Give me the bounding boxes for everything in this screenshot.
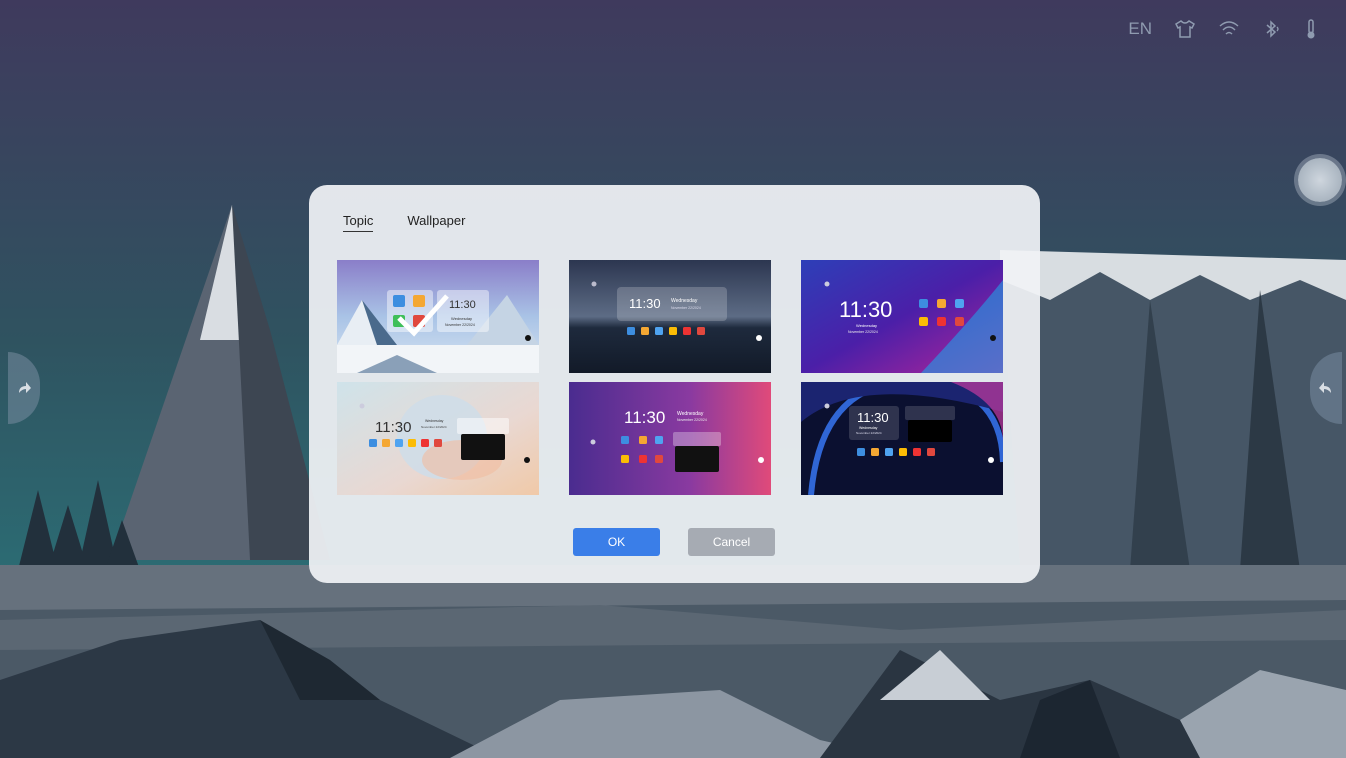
ok-button[interactable]: OK xyxy=(573,528,660,556)
theme-thumbnail-5[interactable]: 11:30 Wednesday November 22/2024 xyxy=(569,382,771,495)
status-bar: EN xyxy=(1128,18,1318,40)
theme-5-day: Wednesday xyxy=(677,411,704,417)
thermometer-icon[interactable] xyxy=(1304,18,1318,40)
language-indicator[interactable]: EN xyxy=(1128,19,1152,39)
cancel-button[interactable]: Cancel xyxy=(688,528,775,556)
theme-1-day: Wednesday xyxy=(451,316,472,321)
theme-thumbnail-6[interactable]: 11:30 Wednesday November 22/2024 xyxy=(801,382,1003,495)
theme-3-date: November 22/2024 xyxy=(848,330,878,334)
theme-dialog: Topic Wallpaper 11:30 Wednesday November… xyxy=(309,185,1040,583)
theme-4-time: 11:30 xyxy=(375,419,411,436)
theme-3-day: Wednesday xyxy=(856,323,877,328)
tab-wallpaper[interactable]: Wallpaper xyxy=(407,213,465,232)
theme-4-day: Wednesday xyxy=(425,419,444,423)
theme-4-date: November 22/2024 xyxy=(421,425,447,429)
theme-thumbnail-4[interactable]: 11:30 Wednesday November 22/2024 xyxy=(337,382,539,495)
wifi-icon[interactable] xyxy=(1218,20,1240,38)
bluetooth-icon[interactable] xyxy=(1262,19,1282,39)
desktop-screen: EN Topic Wallpaper 11:30 Wednesday Novem… xyxy=(0,0,1346,758)
dialog-tabs: Topic Wallpaper xyxy=(343,213,465,232)
theme-thumbnail-2[interactable]: 11:30 Wednesday November 22/2024 xyxy=(569,260,771,373)
floating-menu-ball[interactable] xyxy=(1298,158,1342,202)
theme-2-time: 11:30 xyxy=(629,296,661,311)
theme-2-date: November 22/2024 xyxy=(671,306,701,310)
tab-topic[interactable]: Topic xyxy=(343,213,374,232)
theme-thumbnail-1[interactable]: 11:30 Wednesday November 22/2024 xyxy=(337,260,539,373)
theme-5-date: November 22/2024 xyxy=(677,418,707,422)
theme-2-day: Wednesday xyxy=(671,298,698,304)
back-arrow-icon xyxy=(1319,382,1331,393)
theme-1-date: November 22/2024 xyxy=(445,323,475,327)
shirt-icon[interactable] xyxy=(1174,19,1196,39)
theme-5-time: 11:30 xyxy=(624,408,665,427)
theme-6-day: Wednesday xyxy=(859,426,878,430)
theme-6-date: November 22/2024 xyxy=(856,431,882,435)
theme-3-time: 11:30 xyxy=(839,297,892,322)
theme-6-time: 11:30 xyxy=(857,410,889,425)
forward-arrow-icon xyxy=(19,382,31,393)
theme-1-time: 11:30 xyxy=(449,299,476,311)
theme-thumbnail-3[interactable]: 11:30 Wednesday November 22/2024 xyxy=(801,260,1003,373)
